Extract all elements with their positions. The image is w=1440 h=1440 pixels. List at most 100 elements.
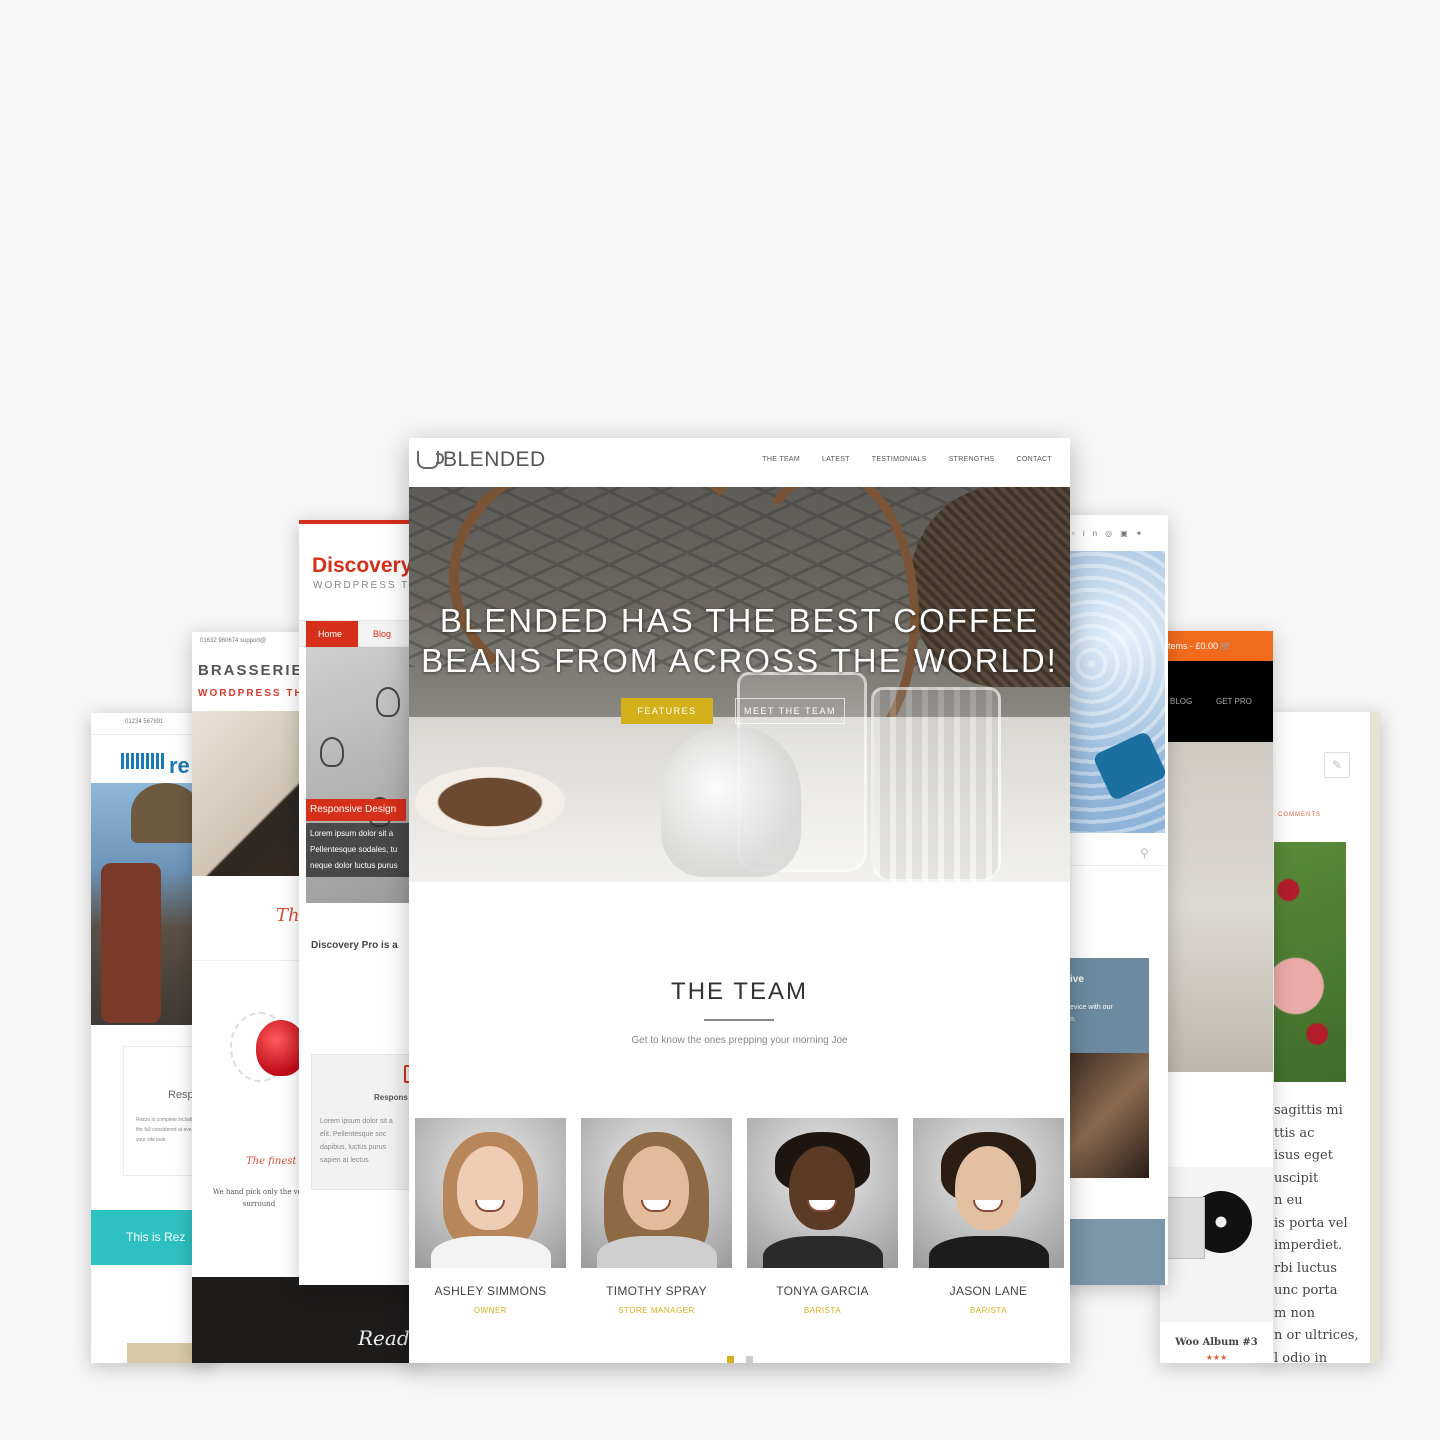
edit-icon[interactable]: ✎ <box>1324 752 1350 778</box>
blog-theme-preview: ✎ COMMENTS sagittis mi ttis ac isus eget us… <box>1268 712 1380 1363</box>
blog-text-line: unc porta <box>1274 1283 1338 1298</box>
blog-text-line: is porta vel <box>1274 1215 1348 1231</box>
discovery-subtitle: WORDPRESS T <box>313 580 410 591</box>
team-members: ASHLEY SIMMONS OWNER TIMOTHY SPRAY STORE… <box>415 1118 1064 1315</box>
pinterest-icon[interactable]: ◎ <box>1105 529 1120 538</box>
linkedin-icon[interactable]: in <box>1083 529 1105 538</box>
blue-feature-heading: ive <box>1070 974 1084 985</box>
brasserie-logo: BRASSERIEP <box>198 662 316 679</box>
hero-headline-line-2: BEANS FROM ACROSS THE WORLD! <box>421 642 1058 679</box>
carousel-dot[interactable] <box>746 1356 753 1363</box>
team-member-photo <box>415 1118 566 1268</box>
twitter-icon[interactable]: ✦ <box>1136 529 1151 538</box>
rezzo-logo-icon <box>121 753 165 769</box>
blog-text-line: m non <box>1274 1305 1316 1321</box>
blue-feature-box: ive evice with our n. <box>1060 958 1149 1053</box>
carousel-dot-active[interactable] <box>727 1356 734 1363</box>
blended-header: BLENDED THE TEAM LATEST TESTIMONIALS STR… <box>409 438 1070 487</box>
shop-theme-preview: tems - £0.00 🛒 BLOG GET PRO Woo Album #3… <box>1160 631 1273 1363</box>
team-title-divider <box>704 1019 774 1021</box>
cappuccino-image <box>415 767 565 837</box>
coffee-cup-icon <box>417 451 444 469</box>
hero-headline-line-1: BLENDED HAS THE BEST COFFEE <box>439 602 1040 639</box>
discovery-nav-home[interactable]: Home <box>306 621 358 647</box>
blog-post-text: sagittis mi ttis ac isus eget uscipit n eu is… <box>1274 1100 1370 1363</box>
discovery-logo: Discovery <box>312 554 413 577</box>
brasserie-script-sub: The finest <box>246 1156 297 1167</box>
discovery-nav-blog[interactable]: Blog <box>373 629 391 639</box>
rezzo-logo: re <box>169 753 190 778</box>
nav-item-testimonials[interactable]: TESTIMONIALS <box>872 456 927 463</box>
facebook-icon[interactable]: ▣ <box>1120 529 1136 538</box>
blue-feature-text: evice with our n. <box>1070 1004 1113 1023</box>
blog-text-line: imperdiet. <box>1274 1238 1343 1253</box>
shop-nav: BLOG GET PRO <box>1160 661 1273 742</box>
team-member-name: TONYA GARCIA <box>776 1284 869 1298</box>
shop-nav-get-pro[interactable]: GET PRO <box>1216 697 1252 706</box>
team-member[interactable]: TONYA GARCIA BARISTA <box>747 1118 898 1315</box>
blue-theme-preview: ▫in◎▣✦ ⚲ ive evice with our n. <box>1060 515 1168 1285</box>
cart-icon: 🛒 <box>1220 641 1232 651</box>
search-icon[interactable]: ⚲ <box>1140 846 1149 860</box>
album-sleeve <box>1165 1197 1205 1259</box>
sugar-dispenser-image <box>661 727 801 877</box>
features-button[interactable]: FEATURES <box>621 698 713 724</box>
blog-text-line: isus eget <box>1274 1148 1333 1163</box>
brasserie-subtitle: WORDPRESS THE <box>198 688 313 699</box>
team-member-name: ASHLEY SIMMONS <box>434 1284 547 1298</box>
brasserie-read-link[interactable]: Read <box>358 1326 410 1350</box>
team-member-name: TIMOTHY SPRAY <box>606 1284 707 1298</box>
team-member[interactable]: TIMOTHY SPRAY STORE MANAGER <box>581 1118 732 1315</box>
nav-item-latest[interactable]: LATEST <box>822 456 850 463</box>
team-member-role: STORE MANAGER <box>618 1306 695 1315</box>
team-member[interactable]: ASHLEY SIMMONS OWNER <box>415 1118 566 1315</box>
blended-logo[interactable]: BLENDED <box>417 448 546 472</box>
brasserie-logo-a: BRASSERIE <box>198 662 304 679</box>
shop-nav-blog[interactable]: BLOG <box>1170 697 1192 706</box>
blue-hero-image <box>1060 551 1168 833</box>
cart-total: tems - £0.00 <box>1168 641 1219 651</box>
nav-item-the-team[interactable]: THE TEAM <box>762 456 800 463</box>
team-section-subtitle: Get to know the ones prepping your morni… <box>631 1035 848 1046</box>
blog-text-line: sagittis mi <box>1274 1103 1343 1118</box>
discovery-panel-heading: Respons <box>374 1093 408 1102</box>
blog-text-line: rbi luctus <box>1274 1260 1337 1276</box>
team-member[interactable]: JASON LANE BARISTA <box>913 1118 1064 1315</box>
water-glass-image <box>871 687 1001 882</box>
blended-theme-preview: BLENDED THE TEAM LATEST TESTIMONIALS STR… <box>409 438 1070 1363</box>
blended-nav: THE TEAM LATEST TESTIMONIALS STRENGTHS C… <box>762 456 1052 463</box>
shop-product-title[interactable]: Woo Album #3 <box>1160 1337 1273 1348</box>
discovery-intro-text: Discovery Pro is a <box>311 940 398 951</box>
blue-photo <box>1060 1053 1149 1178</box>
blue-bottom-section <box>1060 1219 1165 1285</box>
rezzo-feature-heading: Resp <box>168 1089 194 1101</box>
nav-item-strengths[interactable]: STRENGTHS <box>949 456 995 463</box>
shop-product-image <box>1160 1167 1273 1322</box>
meet-the-team-button[interactable]: MEET THE TEAM <box>735 698 845 724</box>
lightbulb-icon <box>320 737 344 767</box>
blog-post-image <box>1274 842 1346 1082</box>
blue-search-bar[interactable]: ⚲ <box>1060 842 1165 866</box>
blog-text-line: n or ultrices, <box>1274 1328 1359 1343</box>
blog-text-line: l odio in <box>1274 1350 1328 1364</box>
hero-headline: BLENDED HAS THE BEST COFFEE BEANS FROM A… <box>409 601 1070 681</box>
blog-text-line: uscipit <box>1274 1170 1319 1186</box>
blended-hero: BLENDED HAS THE BEST COFFEE BEANS FROM A… <box>409 487 1070 882</box>
brasserie-script-heading: Th <box>276 905 300 926</box>
shop-product-rating: ★★★ <box>1205 1353 1228 1362</box>
team-member-role: OWNER <box>473 1306 508 1315</box>
team-member-role: BARISTA <box>969 1306 1008 1315</box>
team-member-name: JASON LANE <box>949 1284 1028 1298</box>
social-icon[interactable]: ▫ <box>1072 529 1083 538</box>
team-member-role: BARISTA <box>803 1306 842 1315</box>
blog-post-meta: COMMENTS <box>1278 812 1321 818</box>
shop-cart-bar[interactable]: tems - £0.00 🛒 <box>1160 631 1273 661</box>
blog-text-line: n eu <box>1274 1193 1303 1208</box>
shop-hero-image <box>1160 742 1273 1072</box>
lightbulb-icon <box>376 687 400 717</box>
nav-item-contact[interactable]: CONTACT <box>1017 456 1052 463</box>
blog-text-line: ttis ac <box>1274 1125 1315 1141</box>
team-member-photo <box>913 1118 1064 1268</box>
team-section-title: THE TEAM <box>671 978 808 1005</box>
carousel-dots <box>727 1356 753 1363</box>
